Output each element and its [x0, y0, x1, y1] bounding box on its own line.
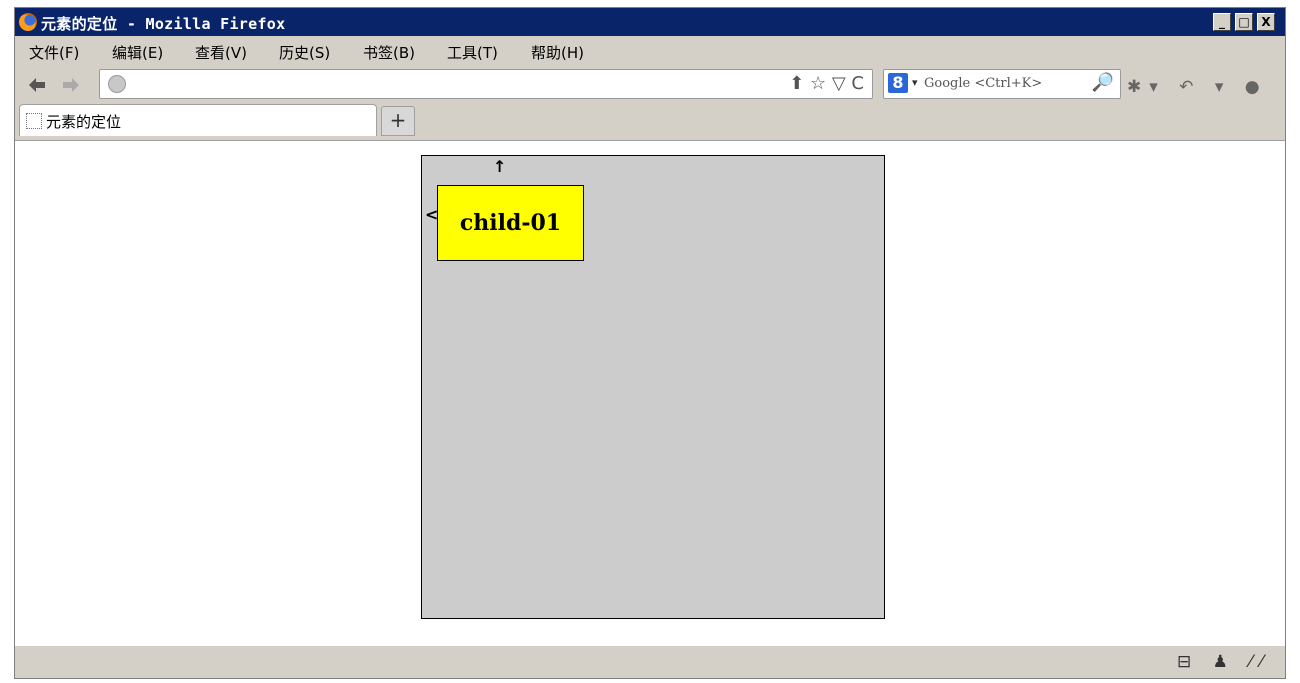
- extra-toolbar-icons[interactable]: ✱▾ ↶ ▾ ●: [1127, 77, 1268, 97]
- child-box: child-01: [437, 185, 584, 261]
- status-bar: ⊟ ♟ ⁄⁄: [15, 645, 1285, 678]
- menu-tools[interactable]: 工具(T): [447, 42, 498, 63]
- globe-icon: [108, 75, 126, 93]
- menu-file[interactable]: 文件(F): [29, 42, 79, 63]
- browser-window: 元素的定位 - Mozilla Firefox _ □ X 文件(F) 编辑(E…: [14, 7, 1286, 679]
- search-bar[interactable]: 8 ▾ Google <Ctrl+K> 🔎: [883, 69, 1121, 99]
- menu-bookmarks[interactable]: 书签(B): [363, 42, 415, 63]
- status-bar-icons[interactable]: ⊟ ♟ ⁄⁄: [1177, 652, 1271, 672]
- arrow-up-icon: ↑: [493, 157, 507, 176]
- menu-history[interactable]: 历史(S): [279, 42, 330, 63]
- parent-box: ↑ < child-01: [421, 155, 885, 619]
- search-engine-icon[interactable]: 8: [888, 73, 908, 93]
- firefox-logo-icon: [19, 13, 37, 31]
- tab-bar: 元素的定位 +: [15, 104, 1285, 140]
- title-bar: 元素的定位 - Mozilla Firefox _ □ X: [15, 8, 1285, 36]
- url-bar-icons[interactable]: ⬆ ☆ ▽ C: [789, 73, 864, 94]
- search-input[interactable]: Google <Ctrl+K>: [924, 76, 1042, 91]
- menu-bar: 文件(F) 编辑(E) 查看(V) 历史(S) 书签(B) 工具(T) 帮助(H…: [15, 36, 1285, 66]
- url-bar[interactable]: ⬆ ☆ ▽ C: [99, 69, 873, 99]
- window-title: 元素的定位 - Mozilla Firefox: [41, 15, 286, 33]
- new-tab-button[interactable]: +: [381, 106, 415, 136]
- tab-label: 元素的定位: [46, 113, 122, 131]
- menu-view[interactable]: 查看(V): [195, 42, 247, 63]
- minimize-button[interactable]: _: [1213, 13, 1231, 31]
- menu-help[interactable]: 帮助(H): [531, 42, 584, 63]
- search-engine-dropdown[interactable]: ▾: [912, 76, 918, 89]
- page-placeholder-icon: [26, 113, 42, 129]
- menu-edit[interactable]: 编辑(E): [112, 42, 163, 63]
- tab-active[interactable]: 元素的定位: [19, 104, 377, 136]
- close-button[interactable]: X: [1257, 13, 1275, 31]
- page-content: ↑ < child-01: [15, 140, 1285, 646]
- search-icon[interactable]: 🔎: [1092, 72, 1114, 93]
- maximize-button[interactable]: □: [1235, 13, 1253, 31]
- navigation-toolbar: ⬆ ☆ ▽ C 8 ▾ Google <Ctrl+K> 🔎 ✱▾ ↶ ▾ ●: [15, 66, 1285, 104]
- forward-arrow-icon[interactable]: [61, 77, 81, 98]
- back-arrow-icon[interactable]: [27, 77, 47, 98]
